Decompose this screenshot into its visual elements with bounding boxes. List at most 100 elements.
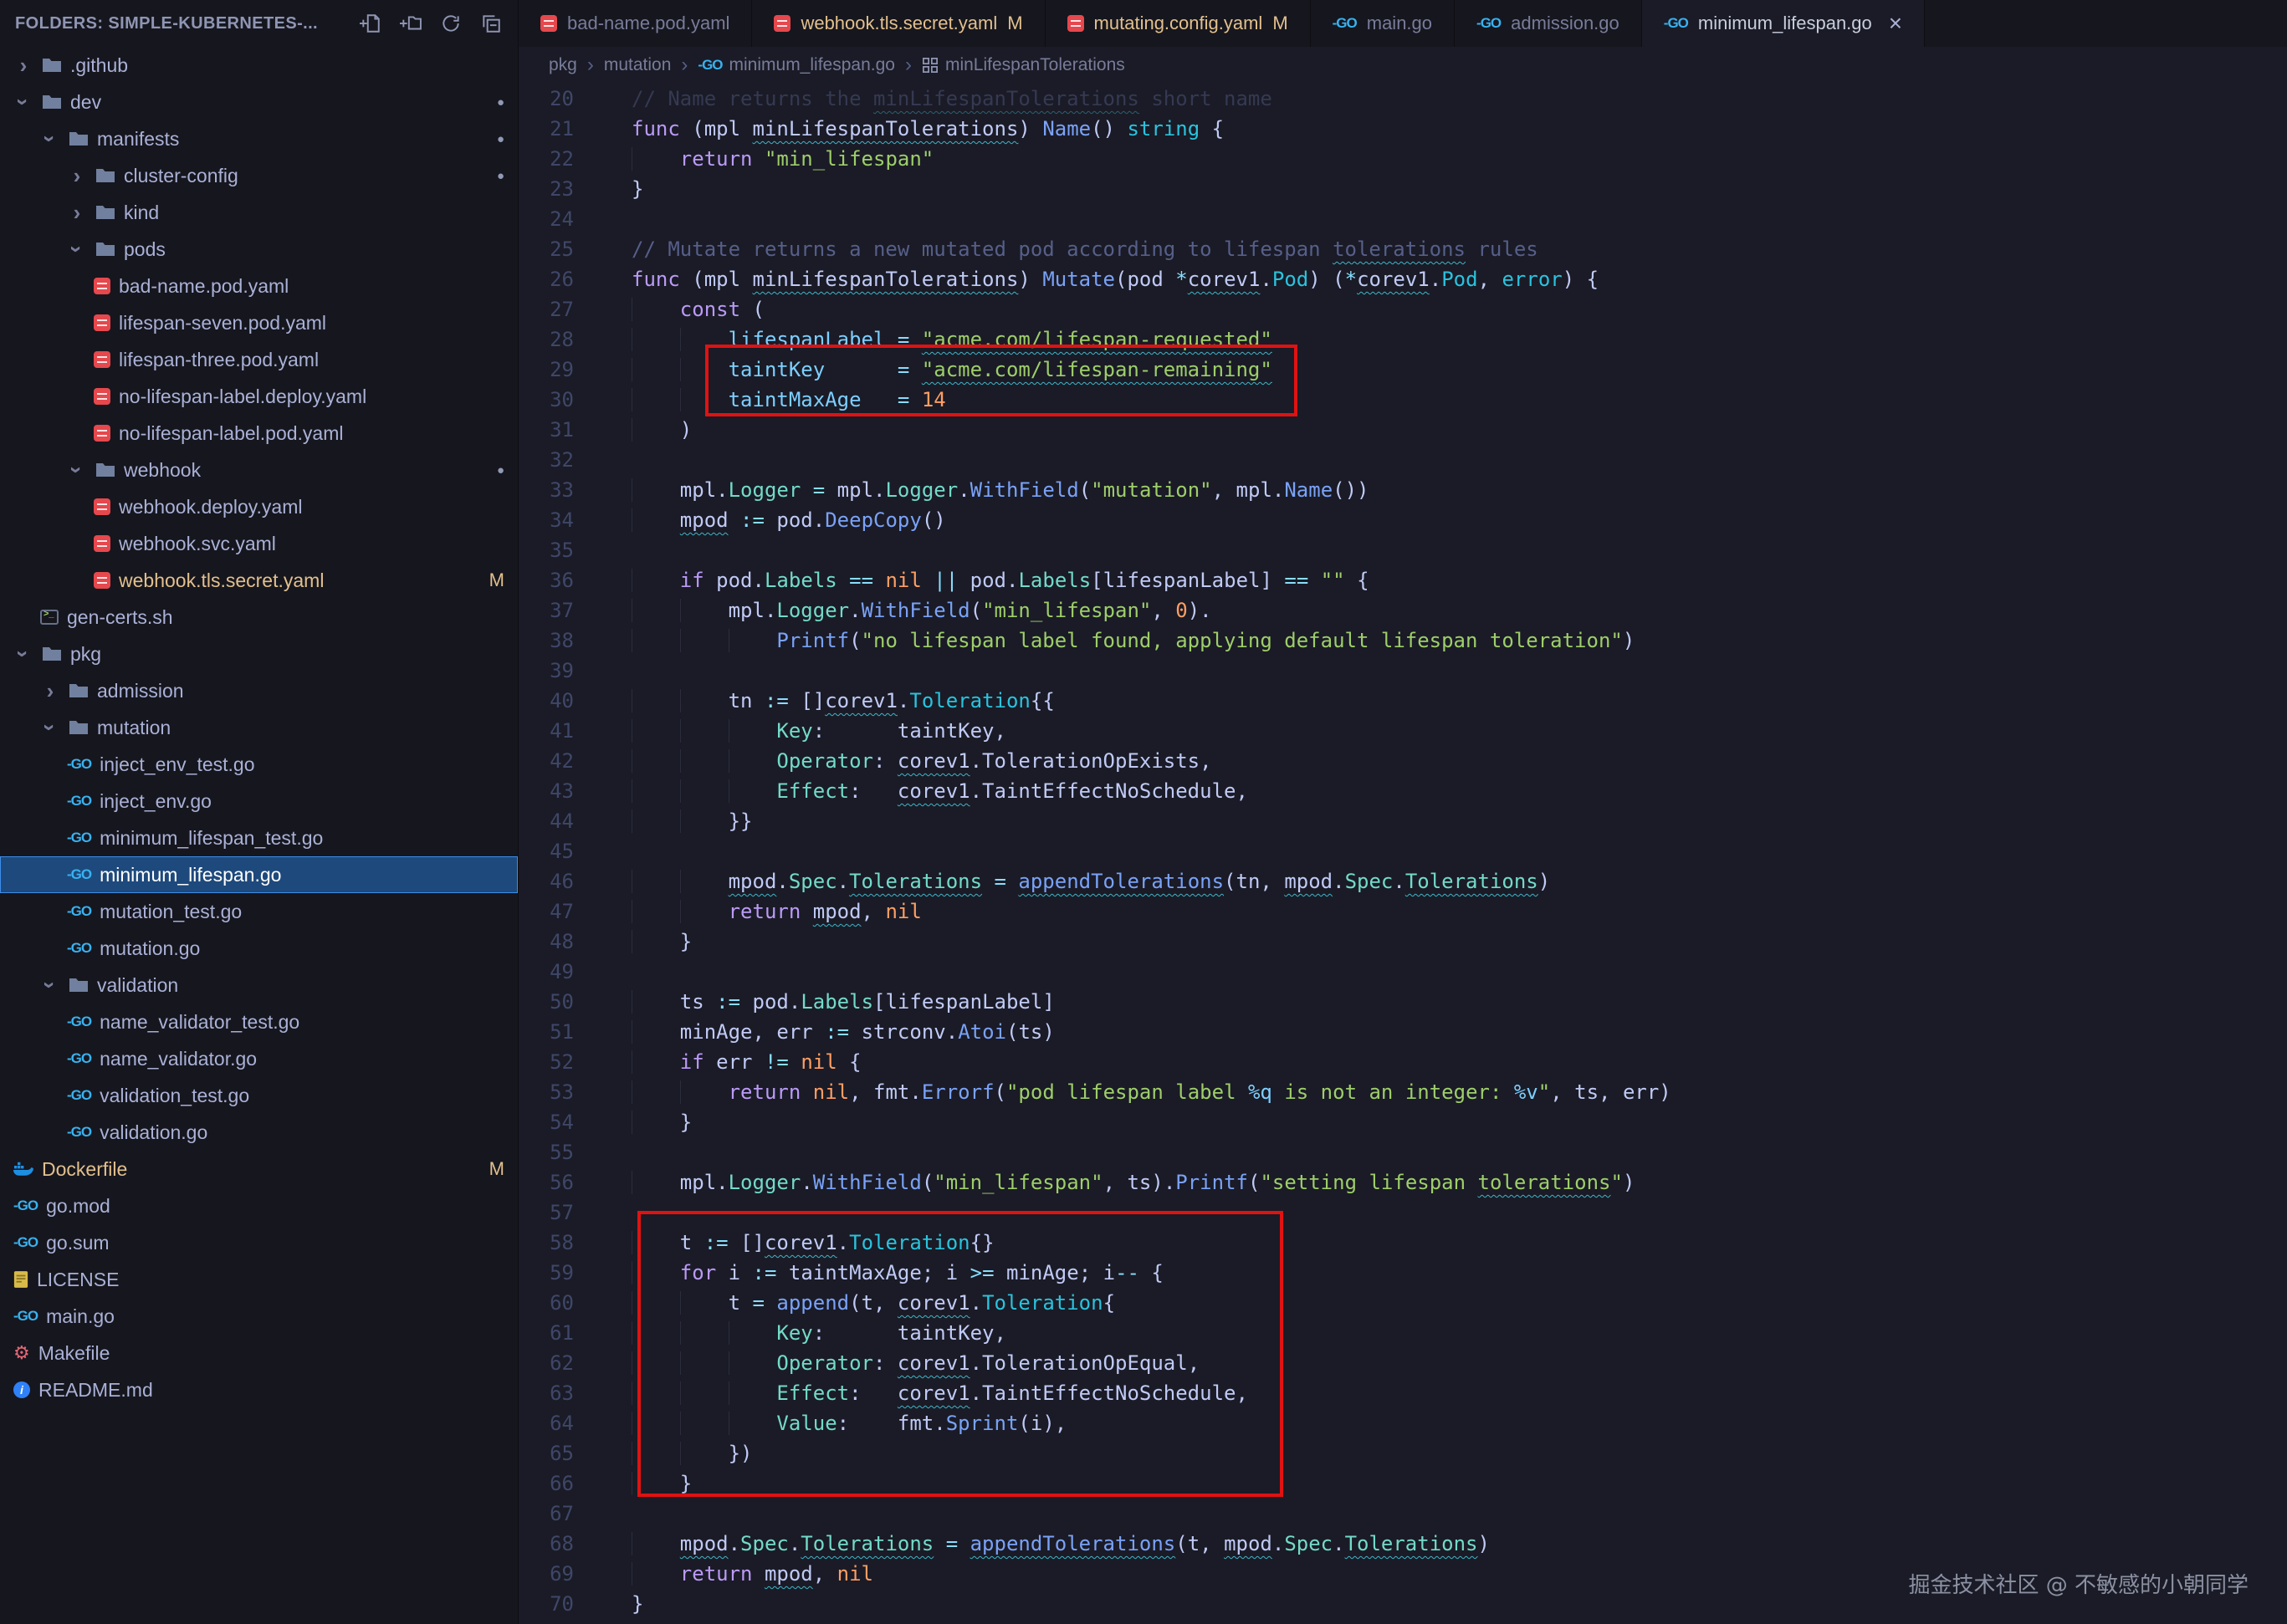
line-number[interactable]: 26: [519, 264, 574, 294]
tree-item-lifespan-three-pod-yaml[interactable]: lifespan-three.pod.yaml: [0, 341, 518, 378]
code-line-47[interactable]: return mpod, nil: [632, 896, 2287, 927]
tree-item-license[interactable]: LICENSE: [0, 1261, 518, 1298]
code-line-45[interactable]: [632, 836, 2287, 866]
new-folder-icon[interactable]: [399, 12, 422, 35]
tree-item-dockerfile[interactable]: DockerfileM: [0, 1151, 518, 1187]
line-number[interactable]: 25: [519, 234, 574, 264]
tree-item-cluster-config[interactable]: ›cluster-config●: [0, 157, 518, 194]
code-line-54[interactable]: }: [632, 1107, 2287, 1137]
line-number[interactable]: 57: [519, 1198, 574, 1228]
line-number[interactable]: 39: [519, 656, 574, 686]
chevron-right-icon[interactable]: ›: [67, 202, 87, 223]
code-line-42[interactable]: Operator: corev1.TolerationOpExists,: [632, 746, 2287, 776]
line-number[interactable]: 69: [519, 1559, 574, 1589]
line-number[interactable]: 36: [519, 565, 574, 595]
chevron-right-icon[interactable]: ›: [67, 165, 87, 186]
tree-item-inject-env-go[interactable]: -GOinject_env.go: [0, 783, 518, 820]
code-line-51[interactable]: minAge, err := strconv.Atoi(ts): [632, 1017, 2287, 1047]
line-number[interactable]: 49: [519, 957, 574, 987]
line-number[interactable]: 21: [519, 114, 574, 144]
line-number[interactable]: 38: [519, 626, 574, 656]
code-line-23[interactable]: }: [632, 174, 2287, 204]
line-number[interactable]: 31: [519, 415, 574, 445]
line-number[interactable]: 59: [519, 1258, 574, 1288]
tree-item-kind[interactable]: ›kind: [0, 194, 518, 231]
tree-item-github[interactable]: ›.github: [0, 47, 518, 84]
tree-item-go-sum[interactable]: -GOgo.sum: [0, 1224, 518, 1261]
line-number[interactable]: 37: [519, 595, 574, 626]
chevron-down-icon[interactable]: ›: [13, 644, 34, 664]
line-number[interactable]: 70: [519, 1589, 574, 1619]
code-line-21[interactable]: func (mpl minLifespanTolerations) Name()…: [632, 114, 2287, 144]
code-line-68[interactable]: mpod.Spec.Tolerations = appendToleration…: [632, 1529, 2287, 1559]
tree-item-admission[interactable]: ›admission: [0, 672, 518, 709]
code-line-55[interactable]: [632, 1137, 2287, 1167]
refresh-icon[interactable]: [439, 12, 463, 35]
line-number[interactable]: 66: [519, 1468, 574, 1499]
code-line-29[interactable]: taintKey = "acme.com/lifespan-remaining": [632, 355, 2287, 385]
code-line-39[interactable]: [632, 656, 2287, 686]
line-number[interactable]: 42: [519, 746, 574, 776]
tab-bad-name-pod-yaml[interactable]: bad-name.pod.yaml: [519, 0, 752, 47]
line-number[interactable]: 29: [519, 355, 574, 385]
code-line-46[interactable]: mpod.Spec.Tolerations = appendToleration…: [632, 866, 2287, 896]
tree-item-dev[interactable]: ›dev●: [0, 84, 518, 120]
tree-item-no-lifespan-label-deploy-yaml[interactable]: no-lifespan-label.deploy.yaml: [0, 378, 518, 415]
code-line-67[interactable]: [632, 1499, 2287, 1529]
line-number[interactable]: 32: [519, 445, 574, 475]
code-line-48[interactable]: }: [632, 927, 2287, 957]
code-line-34[interactable]: mpod := pod.DeepCopy(): [632, 505, 2287, 535]
breadcrumb-item-minimum-lifespan-go[interactable]: -GOminimum_lifespan.go: [698, 55, 895, 75]
code-line-37[interactable]: mpl.Logger.WithField("min_lifespan", 0).: [632, 595, 2287, 626]
chevron-right-icon[interactable]: ›: [40, 680, 60, 702]
line-number[interactable]: 46: [519, 866, 574, 896]
collapse-all-icon[interactable]: [479, 12, 503, 35]
code-line-71[interactable]: [632, 1619, 2287, 1624]
tree-item-name-validator-go[interactable]: -GOname_validator.go: [0, 1040, 518, 1077]
tree-item-name-validator-test-go[interactable]: -GOname_validator_test.go: [0, 1004, 518, 1040]
line-number[interactable]: 53: [519, 1077, 574, 1107]
tree-item-readme-md[interactable]: iREADME.md: [0, 1371, 518, 1408]
new-file-icon[interactable]: [359, 12, 382, 35]
code-line-28[interactable]: lifespanLabel = "acme.com/lifespan-reque…: [632, 324, 2287, 355]
chevron-down-icon[interactable]: ›: [39, 718, 61, 738]
line-number[interactable]: 23: [519, 174, 574, 204]
line-number[interactable]: 28: [519, 324, 574, 355]
code-line-35[interactable]: [632, 535, 2287, 565]
tree-item-no-lifespan-label-pod-yaml[interactable]: no-lifespan-label.pod.yaml: [0, 415, 518, 452]
close-tab-icon[interactable]: ×: [1889, 12, 1902, 35]
code-line-43[interactable]: Effect: corev1.TaintEffectNoSchedule,: [632, 776, 2287, 806]
line-number[interactable]: 63: [519, 1378, 574, 1408]
tree-item-webhook-svc-yaml[interactable]: webhook.svc.yaml: [0, 525, 518, 562]
code-line-57[interactable]: [632, 1198, 2287, 1228]
chevron-down-icon[interactable]: ›: [39, 975, 61, 995]
code-line-64[interactable]: Value: fmt.Sprint(i),: [632, 1408, 2287, 1438]
line-number[interactable]: 22: [519, 144, 574, 174]
code-line-40[interactable]: tn := []corev1.Toleration{{: [632, 686, 2287, 716]
line-number[interactable]: 51: [519, 1017, 574, 1047]
code-line-66[interactable]: }: [632, 1468, 2287, 1499]
line-number[interactable]: 35: [519, 535, 574, 565]
breadcrumb-item-mutation[interactable]: mutation: [604, 55, 672, 75]
line-number[interactable]: 67: [519, 1499, 574, 1529]
line-number[interactable]: 24: [519, 204, 574, 234]
line-number[interactable]: 60: [519, 1288, 574, 1318]
code-line-36[interactable]: if pod.Labels == nil || pod.Labels[lifes…: [632, 565, 2287, 595]
tree-item-pkg[interactable]: ›pkg: [0, 636, 518, 672]
code-line-63[interactable]: Effect: corev1.TaintEffectNoSchedule,: [632, 1378, 2287, 1408]
code-line-52[interactable]: if err != nil {: [632, 1047, 2287, 1077]
tree-item-webhook[interactable]: ›webhook●: [0, 452, 518, 488]
code-line-53[interactable]: return nil, fmt.Errorf("pod lifespan lab…: [632, 1077, 2287, 1107]
line-number[interactable]: 20: [519, 84, 574, 114]
line-number[interactable]: 50: [519, 987, 574, 1017]
tree-item-validation-go[interactable]: -GOvalidation.go: [0, 1114, 518, 1151]
line-number[interactable]: 27: [519, 294, 574, 324]
code-line-58[interactable]: t := []corev1.Toleration{}: [632, 1228, 2287, 1258]
code-line-22[interactable]: return "min_lifespan": [632, 144, 2287, 174]
tab-mutating-config-yaml[interactable]: mutating.config.yamlM: [1046, 0, 1311, 47]
line-number[interactable]: 33: [519, 475, 574, 505]
line-number[interactable]: 62: [519, 1348, 574, 1378]
tree-item-main-go[interactable]: -GOmain.go: [0, 1298, 518, 1335]
line-number[interactable]: 45: [519, 836, 574, 866]
line-number[interactable]: 65: [519, 1438, 574, 1468]
